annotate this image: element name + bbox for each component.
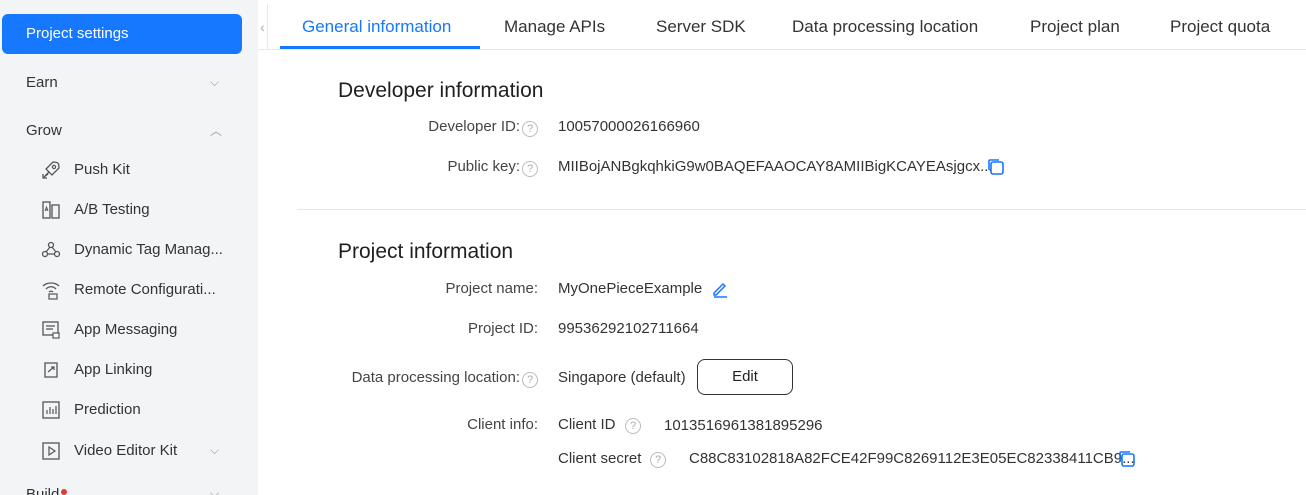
- client-id-value: 1013516961381895296: [664, 417, 823, 434]
- project-id-value: 99536292102711664: [558, 320, 699, 337]
- sidebar-item-label: Dynamic Tag Manag...: [74, 241, 223, 258]
- copy-icon[interactable]: [1118, 450, 1136, 468]
- tab-manage-apis[interactable]: Manage APIs: [504, 0, 605, 50]
- client-id-label: Client ID: [558, 416, 616, 433]
- ab-testing-icon: [42, 201, 60, 219]
- sidebar-group-build[interactable]: Build: [26, 486, 59, 495]
- sidebar-item-prediction[interactable]: Prediction: [0, 390, 258, 430]
- sidebar-item-remote-configuration[interactable]: Remote Configurati...: [0, 270, 258, 310]
- tab-data-processing-location[interactable]: Data processing location: [792, 0, 978, 50]
- sidebar-item-label: Remote Configurati...: [74, 281, 216, 298]
- tab-server-sdk[interactable]: Server SDK: [656, 0, 746, 50]
- project-id-label: Project ID:: [467, 320, 538, 337]
- client-secret-value: C88C83102818A82FCE42F99C8269112E3E05EC82…: [689, 450, 1135, 467]
- sidebar-item-ab-testing[interactable]: A/B Testing: [0, 190, 258, 230]
- developer-id-label: Developer ID:?: [298, 118, 538, 137]
- client-info-label: Client info:: [467, 416, 538, 433]
- tag-manager-icon: [41, 241, 61, 258]
- sidebar-group-grow[interactable]: Grow: [26, 122, 62, 139]
- chevron-down-icon[interactable]: ⌵: [210, 75, 219, 90]
- project-name-label: Project name:: [445, 280, 538, 297]
- tab-general-information[interactable]: General information: [302, 0, 451, 50]
- sidebar-item-label: Push Kit: [74, 161, 130, 178]
- help-icon[interactable]: ?: [522, 372, 538, 388]
- data-location-label: Data processing location:?: [298, 369, 538, 388]
- active-tab-indicator: [280, 46, 480, 49]
- chevron-left-icon[interactable]: ‹: [258, 4, 268, 50]
- developer-id-value: 10057000026166960: [558, 118, 700, 135]
- sidebar-item-app-messaging[interactable]: App Messaging: [0, 310, 258, 350]
- rocket-icon: [42, 161, 60, 179]
- pencil-icon[interactable]: [711, 280, 729, 298]
- section-divider: [297, 209, 1306, 210]
- sidebar-item-label: A/B Testing: [74, 201, 150, 218]
- edit-location-button[interactable]: Edit: [697, 359, 793, 395]
- section-title-project: Project information: [338, 240, 514, 263]
- tab-project-plan[interactable]: Project plan: [1030, 0, 1120, 50]
- app-linking-icon: [44, 362, 58, 378]
- sidebar-item-label: App Messaging: [74, 321, 178, 338]
- chevron-down-icon[interactable]: ⌵: [210, 443, 219, 458]
- sidebar: Project settings Earn ⌵ Grow ︿ Push Kit …: [0, 0, 258, 495]
- client-secret-label: Client secret: [558, 450, 642, 467]
- copy-icon[interactable]: [987, 158, 1005, 176]
- sidebar-item-app-linking[interactable]: App Linking: [0, 350, 258, 390]
- sidebar-item-push-kit[interactable]: Push Kit: [0, 150, 258, 190]
- sidebar-item-label: App Linking: [74, 361, 153, 378]
- help-icon[interactable]: ?: [522, 121, 538, 137]
- sidebar-group-earn[interactable]: Earn: [26, 74, 58, 91]
- help-icon[interactable]: ?: [625, 418, 641, 434]
- notification-dot: [61, 489, 67, 495]
- sidebar-item-dynamic-tag-manager[interactable]: Dynamic Tag Manag...: [0, 230, 258, 270]
- data-location-value: Singapore (default): [558, 369, 686, 386]
- help-icon[interactable]: ?: [650, 452, 666, 468]
- public-key-label: Public key:?: [298, 158, 538, 177]
- sidebar-item-label: Prediction: [74, 401, 141, 418]
- sidebar-item-video-editor-kit[interactable]: Video Editor Kit ⌵: [0, 431, 258, 471]
- chevron-up-icon[interactable]: ︿: [210, 122, 222, 139]
- tab-project-quota[interactable]: Project quota: [1170, 0, 1270, 50]
- prediction-icon: [42, 401, 60, 419]
- help-icon[interactable]: ?: [522, 161, 538, 177]
- tab-bar: ‹ General information Manage APIs Server…: [258, 0, 1306, 50]
- app-messaging-icon: [42, 321, 60, 339]
- sidebar-item-label: Video Editor Kit: [74, 442, 178, 459]
- sidebar-item-project-settings[interactable]: Project settings: [2, 14, 242, 54]
- public-key-value: MIIBojANBgkqhkiG9w0BAQEFAAOCAY8AMIIBigKC…: [558, 158, 993, 175]
- section-title-developer: Developer information: [338, 79, 544, 102]
- video-editor-icon: [42, 442, 60, 460]
- remote-config-icon: [42, 282, 60, 300]
- chevron-down-icon[interactable]: ⌵: [210, 486, 219, 495]
- project-name-value: MyOnePieceExample: [558, 280, 703, 297]
